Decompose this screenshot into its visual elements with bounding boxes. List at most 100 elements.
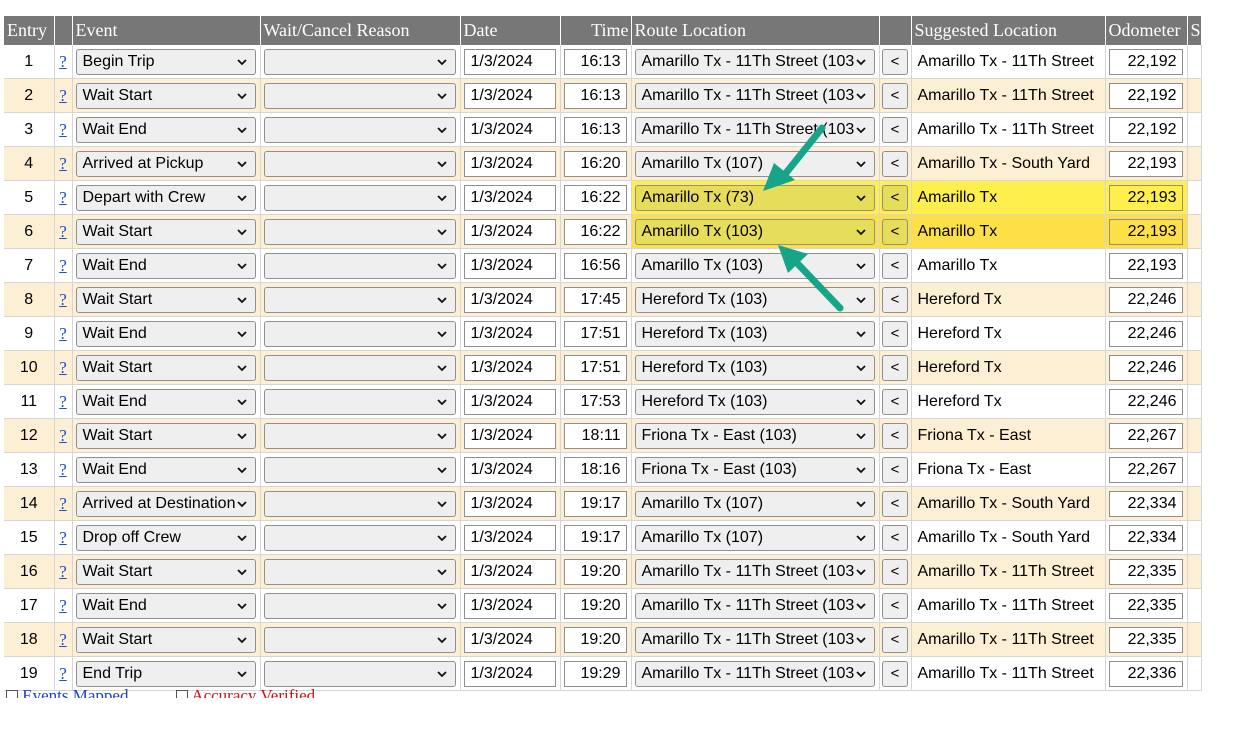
date-input[interactable]: 1/3/2024 bbox=[463, 660, 556, 687]
date-input[interactable]: 1/3/2024 bbox=[463, 592, 556, 619]
date-input[interactable]: 1/3/2024 bbox=[463, 320, 556, 347]
odometer-input[interactable]: 22,267 bbox=[1108, 456, 1183, 483]
wait-cancel-reason-select[interactable] bbox=[263, 218, 456, 245]
time-input[interactable]: 16:20 bbox=[563, 150, 627, 177]
help-link[interactable]: ? bbox=[59, 120, 67, 139]
time-input[interactable]: 17:51 bbox=[563, 320, 627, 347]
date-input[interactable]: 1/3/2024 bbox=[463, 388, 556, 415]
help-link[interactable]: ? bbox=[59, 426, 67, 445]
event-select[interactable]: End Trip bbox=[75, 660, 256, 687]
wait-cancel-reason-select[interactable] bbox=[263, 48, 456, 75]
use-suggested-button[interactable]: < bbox=[882, 218, 908, 245]
wait-cancel-reason-select[interactable] bbox=[263, 422, 456, 449]
wait-cancel-reason-select[interactable] bbox=[263, 558, 456, 585]
wait-cancel-reason-select[interactable] bbox=[263, 252, 456, 279]
route-location-select[interactable]: Amarillo Tx (103) bbox=[634, 252, 875, 279]
odometer-input[interactable]: 22,193 bbox=[1108, 218, 1183, 245]
use-suggested-button[interactable]: < bbox=[882, 422, 908, 449]
date-input[interactable]: 1/3/2024 bbox=[463, 116, 556, 143]
odometer-input[interactable]: 22,192 bbox=[1108, 48, 1183, 75]
time-input[interactable]: 19:20 bbox=[563, 626, 627, 653]
time-input[interactable]: 19:17 bbox=[563, 490, 627, 517]
help-link[interactable]: ? bbox=[59, 392, 67, 411]
time-input[interactable]: 19:17 bbox=[563, 524, 627, 551]
time-input[interactable]: 18:11 bbox=[563, 422, 627, 449]
route-location-select[interactable]: Amarillo Tx - 11Th Street (103 bbox=[634, 592, 875, 619]
help-link[interactable]: ? bbox=[59, 86, 67, 105]
use-suggested-button[interactable]: < bbox=[882, 558, 908, 585]
date-input[interactable]: 1/3/2024 bbox=[463, 150, 556, 177]
odometer-input[interactable]: 22,335 bbox=[1108, 558, 1183, 585]
odometer-input[interactable]: 22,267 bbox=[1108, 422, 1183, 449]
help-link[interactable]: ? bbox=[59, 52, 67, 71]
event-select[interactable]: Wait Start bbox=[75, 422, 256, 449]
help-link[interactable]: ? bbox=[59, 358, 67, 377]
route-location-select[interactable]: Amarillo Tx (73) bbox=[634, 184, 875, 211]
odometer-input[interactable]: 22,246 bbox=[1108, 286, 1183, 313]
odometer-input[interactable]: 22,246 bbox=[1108, 320, 1183, 347]
help-link[interactable]: ? bbox=[59, 528, 67, 547]
use-suggested-button[interactable]: < bbox=[882, 626, 908, 653]
event-select[interactable]: Wait Start bbox=[75, 286, 256, 313]
help-link[interactable]: ? bbox=[59, 290, 67, 309]
time-input[interactable]: 19:29 bbox=[563, 660, 627, 687]
date-input[interactable]: 1/3/2024 bbox=[463, 558, 556, 585]
odometer-input[interactable]: 22,334 bbox=[1108, 524, 1183, 551]
time-input[interactable]: 16:56 bbox=[563, 252, 627, 279]
use-suggested-button[interactable]: < bbox=[882, 184, 908, 211]
odometer-input[interactable]: 22,335 bbox=[1108, 626, 1183, 653]
wait-cancel-reason-select[interactable] bbox=[263, 456, 456, 483]
wait-cancel-reason-select[interactable] bbox=[263, 184, 456, 211]
time-input[interactable]: 19:20 bbox=[563, 592, 627, 619]
help-link[interactable]: ? bbox=[59, 596, 67, 615]
route-location-select[interactable]: Hereford Tx (103) bbox=[634, 320, 875, 347]
wait-cancel-reason-select[interactable] bbox=[263, 524, 456, 551]
route-location-select[interactable]: Amarillo Tx (107) bbox=[634, 524, 875, 551]
time-input[interactable]: 18:16 bbox=[563, 456, 627, 483]
odometer-input[interactable]: 22,193 bbox=[1108, 184, 1183, 211]
wait-cancel-reason-select[interactable] bbox=[263, 286, 456, 313]
time-input[interactable]: 17:45 bbox=[563, 286, 627, 313]
event-select[interactable]: Wait End bbox=[75, 592, 256, 619]
date-input[interactable]: 1/3/2024 bbox=[463, 48, 556, 75]
use-suggested-button[interactable]: < bbox=[882, 320, 908, 347]
route-location-select[interactable]: Amarillo Tx - 11Th Street (103 bbox=[634, 558, 875, 585]
odometer-input[interactable]: 22,246 bbox=[1108, 388, 1183, 415]
route-location-select[interactable]: Hereford Tx (103) bbox=[634, 354, 875, 381]
route-location-select[interactable]: Hereford Tx (103) bbox=[634, 388, 875, 415]
use-suggested-button[interactable]: < bbox=[882, 354, 908, 381]
odometer-input[interactable]: 22,193 bbox=[1108, 252, 1183, 279]
event-select[interactable]: Drop off Crew bbox=[75, 524, 256, 551]
event-select[interactable]: Wait End bbox=[75, 456, 256, 483]
time-input[interactable]: 17:53 bbox=[563, 388, 627, 415]
odometer-input[interactable]: 22,192 bbox=[1108, 116, 1183, 143]
wait-cancel-reason-select[interactable] bbox=[263, 660, 456, 687]
route-location-select[interactable]: Amarillo Tx - 11Th Street (103 bbox=[634, 626, 875, 653]
use-suggested-button[interactable]: < bbox=[882, 48, 908, 75]
route-location-select[interactable]: Amarillo Tx (107) bbox=[634, 150, 875, 177]
route-location-select[interactable]: Friona Tx - East (103) bbox=[634, 456, 875, 483]
event-select[interactable]: Wait Start bbox=[75, 82, 256, 109]
event-select[interactable]: Wait End bbox=[75, 388, 256, 415]
wait-cancel-reason-select[interactable] bbox=[263, 82, 456, 109]
event-select[interactable]: Arrived at Pickup bbox=[75, 150, 256, 177]
event-select[interactable]: Begin Trip bbox=[75, 48, 256, 75]
date-input[interactable]: 1/3/2024 bbox=[463, 456, 556, 483]
wait-cancel-reason-select[interactable] bbox=[263, 320, 456, 347]
date-input[interactable]: 1/3/2024 bbox=[463, 184, 556, 211]
date-input[interactable]: 1/3/2024 bbox=[463, 524, 556, 551]
event-select[interactable]: Wait Start bbox=[75, 218, 256, 245]
use-suggested-button[interactable]: < bbox=[882, 286, 908, 313]
use-suggested-button[interactable]: < bbox=[882, 116, 908, 143]
use-suggested-button[interactable]: < bbox=[882, 456, 908, 483]
wait-cancel-reason-select[interactable] bbox=[263, 116, 456, 143]
help-link[interactable]: ? bbox=[59, 562, 67, 581]
use-suggested-button[interactable]: < bbox=[882, 150, 908, 177]
time-input[interactable]: 16:22 bbox=[563, 218, 627, 245]
accuracy-verified-checkbox[interactable] bbox=[176, 690, 188, 698]
accuracy-verified-option[interactable]: Accuracy Verified bbox=[176, 686, 315, 698]
event-select[interactable]: Wait Start bbox=[75, 558, 256, 585]
use-suggested-button[interactable]: < bbox=[882, 82, 908, 109]
odometer-input[interactable]: 22,335 bbox=[1108, 592, 1183, 619]
events-mapped-checkbox[interactable] bbox=[6, 690, 18, 698]
